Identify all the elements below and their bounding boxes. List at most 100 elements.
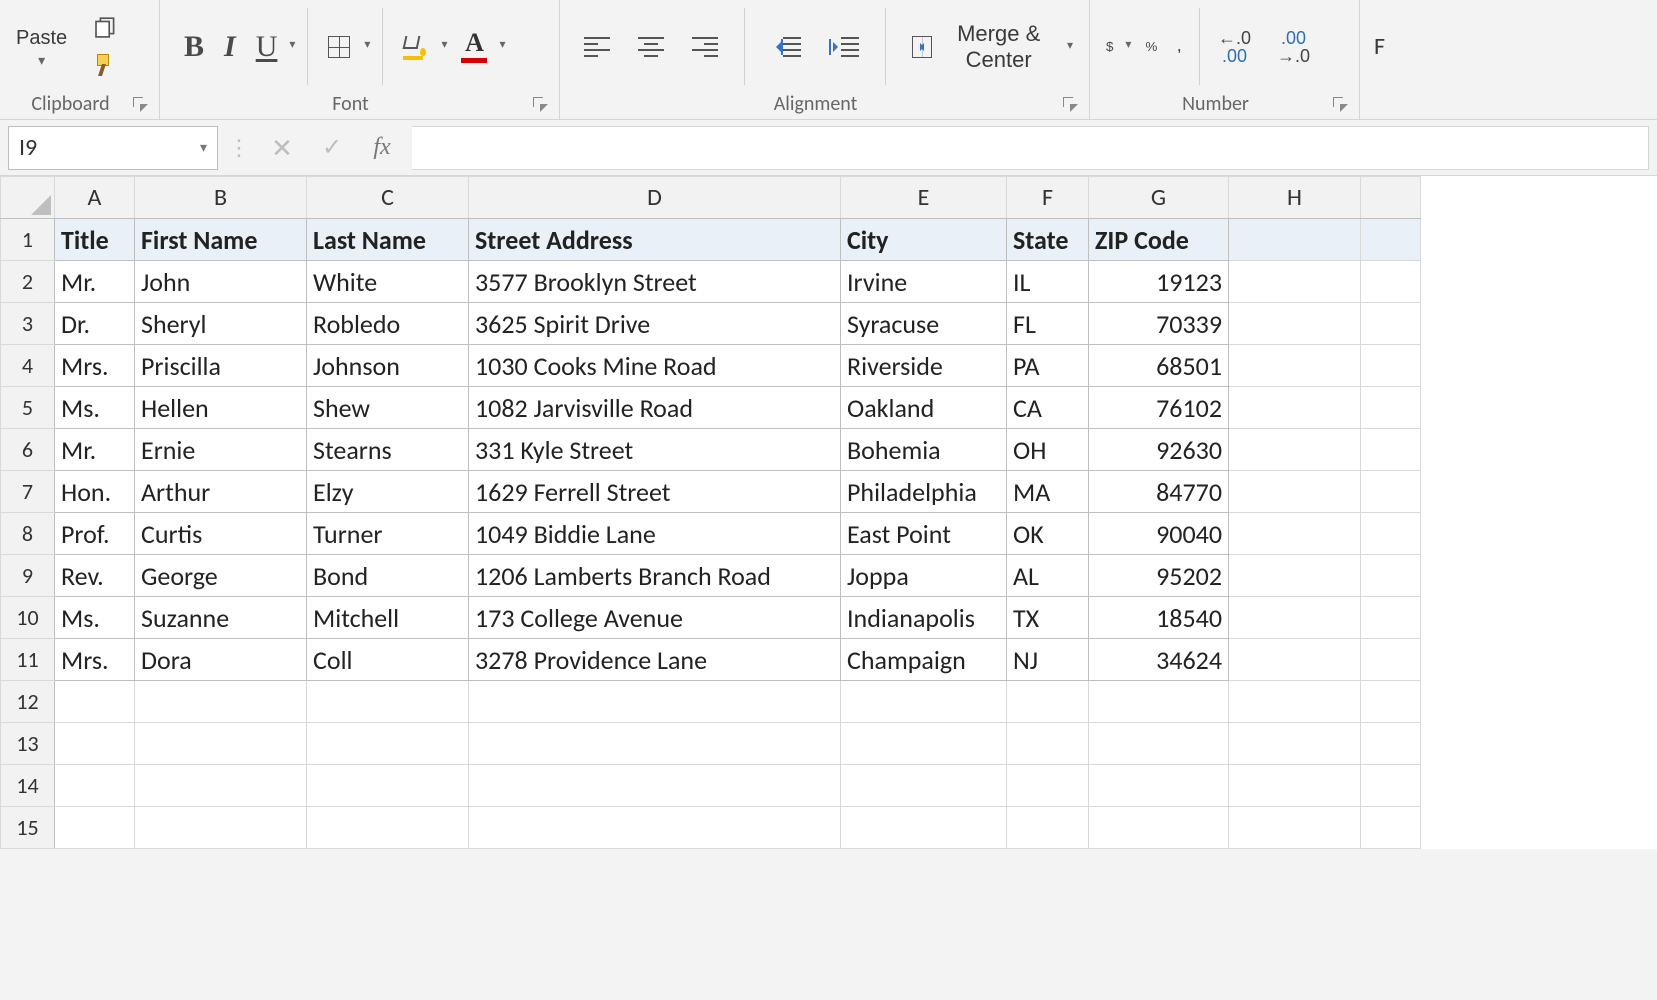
cell[interactable]: Ms. xyxy=(55,387,135,429)
column-header-row[interactable]: A B C D E F G H xyxy=(1,177,1421,219)
cell[interactable]: Bond xyxy=(307,555,469,597)
cell[interactable] xyxy=(1229,723,1361,765)
cell[interactable]: Champaign xyxy=(841,639,1007,681)
cell[interactable]: Mitchell xyxy=(307,597,469,639)
cell[interactable]: 68501 xyxy=(1089,345,1229,387)
italic-button[interactable]: I xyxy=(218,26,242,68)
paste-button[interactable]: Paste ▾ xyxy=(10,23,73,70)
header-cell[interactable]: ZIP Code xyxy=(1089,219,1229,261)
align-center-button[interactable] xyxy=(632,33,670,61)
cell[interactable] xyxy=(1361,639,1421,681)
row-header[interactable]: 10 xyxy=(1,597,55,639)
col-header[interactable]: C xyxy=(307,177,469,219)
cell[interactable]: Johnson xyxy=(307,345,469,387)
cell[interactable]: Oakland xyxy=(841,387,1007,429)
cell[interactable]: Stearns xyxy=(307,429,469,471)
decrease-indent-button[interactable] xyxy=(765,31,807,63)
cell[interactable] xyxy=(1007,723,1089,765)
cell[interactable] xyxy=(1361,681,1421,723)
cell[interactable] xyxy=(1361,219,1421,261)
cell[interactable] xyxy=(841,723,1007,765)
header-cell[interactable]: Title xyxy=(55,219,135,261)
table-row[interactable]: 5Ms.HellenShew1082 Jarvisville RoadOakla… xyxy=(1,387,1421,429)
cell[interactable]: 90040 xyxy=(1089,513,1229,555)
cell[interactable]: Mr. xyxy=(55,261,135,303)
cell[interactable]: Ms. xyxy=(55,597,135,639)
cell[interactable] xyxy=(307,723,469,765)
increase-decimal-button[interactable]: ←.0.00 xyxy=(1212,25,1257,69)
cell[interactable]: 95202 xyxy=(1089,555,1229,597)
cell[interactable]: CA xyxy=(1007,387,1089,429)
table-row[interactable]: 2Mr.JohnWhite3577 Brooklyn StreetIrvineI… xyxy=(1,261,1421,303)
drag-handle-icon[interactable]: ⋮ xyxy=(228,134,252,161)
cell[interactable] xyxy=(1007,807,1089,849)
cell[interactable] xyxy=(469,807,841,849)
cell[interactable] xyxy=(469,765,841,807)
cell[interactable] xyxy=(1361,807,1421,849)
underline-button[interactable]: U xyxy=(250,26,284,68)
header-cell[interactable]: State xyxy=(1007,219,1089,261)
cell[interactable]: Mrs. xyxy=(55,639,135,681)
cell[interactable]: Ernie xyxy=(135,429,307,471)
row-header[interactable]: 12 xyxy=(1,681,55,723)
borders-button[interactable] xyxy=(320,30,358,64)
chevron-down-icon[interactable]: ▾ xyxy=(441,37,447,52)
header-cell[interactable]: Last Name xyxy=(307,219,469,261)
cell[interactable]: OK xyxy=(1007,513,1089,555)
cell[interactable]: Rev. xyxy=(55,555,135,597)
cell[interactable]: Syracuse xyxy=(841,303,1007,345)
cell[interactable] xyxy=(1361,513,1421,555)
cell[interactable] xyxy=(1229,681,1361,723)
cell[interactable] xyxy=(1089,765,1229,807)
font-color-button[interactable]: A xyxy=(455,26,493,67)
cell[interactable]: IL xyxy=(1007,261,1089,303)
cell[interactable] xyxy=(1089,807,1229,849)
cell[interactable] xyxy=(1089,681,1229,723)
cell[interactable] xyxy=(1361,387,1421,429)
cell[interactable]: Arthur xyxy=(135,471,307,513)
cell[interactable]: Priscilla xyxy=(135,345,307,387)
cell[interactable] xyxy=(1229,471,1361,513)
cell[interactable] xyxy=(1229,303,1361,345)
cell[interactable] xyxy=(55,807,135,849)
accounting-format-button[interactable]: $ xyxy=(1100,35,1119,58)
cell[interactable] xyxy=(1361,723,1421,765)
header-cell[interactable]: First Name xyxy=(135,219,307,261)
dialog-launcher-clipboard[interactable] xyxy=(131,95,149,113)
cell[interactable]: Dr. xyxy=(55,303,135,345)
col-header[interactable]: B xyxy=(135,177,307,219)
cell[interactable] xyxy=(1229,429,1361,471)
col-header[interactable]: E xyxy=(841,177,1007,219)
chevron-down-icon[interactable]: ▾ xyxy=(499,37,505,52)
cell[interactable] xyxy=(841,807,1007,849)
decrease-decimal-button[interactable]: .00→.0 xyxy=(1271,25,1316,69)
cell[interactable] xyxy=(135,723,307,765)
cell[interactable]: 84770 xyxy=(1089,471,1229,513)
col-header[interactable]: H xyxy=(1229,177,1361,219)
table-row[interactable]: 10Ms.SuzanneMitchell173 College AvenueIn… xyxy=(1,597,1421,639)
cell[interactable]: 34624 xyxy=(1089,639,1229,681)
col-header[interactable]: D xyxy=(469,177,841,219)
cell[interactable] xyxy=(1229,261,1361,303)
cancel-formula-button[interactable]: ✕ xyxy=(262,132,302,164)
cell[interactable]: 92630 xyxy=(1089,429,1229,471)
row-header[interactable]: 14 xyxy=(1,765,55,807)
table-row[interactable]: 6Mr.ErnieStearns331 Kyle StreetBohemiaOH… xyxy=(1,429,1421,471)
col-header[interactable]: G xyxy=(1089,177,1229,219)
cell[interactable]: AL xyxy=(1007,555,1089,597)
cell[interactable] xyxy=(1229,345,1361,387)
cell[interactable]: Irvine xyxy=(841,261,1007,303)
cell[interactable]: 331 Kyle Street xyxy=(469,429,841,471)
cell[interactable]: 1629 Ferrell Street xyxy=(469,471,841,513)
table-row[interactable]: 7Hon.ArthurElzy1629 Ferrell StreetPhilad… xyxy=(1,471,1421,513)
row-header[interactable]: 9 xyxy=(1,555,55,597)
cell[interactable]: 3278 Providence Lane xyxy=(469,639,841,681)
percent-button[interactable]: % xyxy=(1139,35,1163,58)
cell[interactable]: Hon. xyxy=(55,471,135,513)
cell[interactable] xyxy=(135,765,307,807)
col-header[interactable]: F xyxy=(1007,177,1089,219)
cell[interactable] xyxy=(1229,219,1361,261)
cell[interactable] xyxy=(1361,471,1421,513)
cell[interactable]: PA xyxy=(1007,345,1089,387)
cell[interactable]: Elzy xyxy=(307,471,469,513)
